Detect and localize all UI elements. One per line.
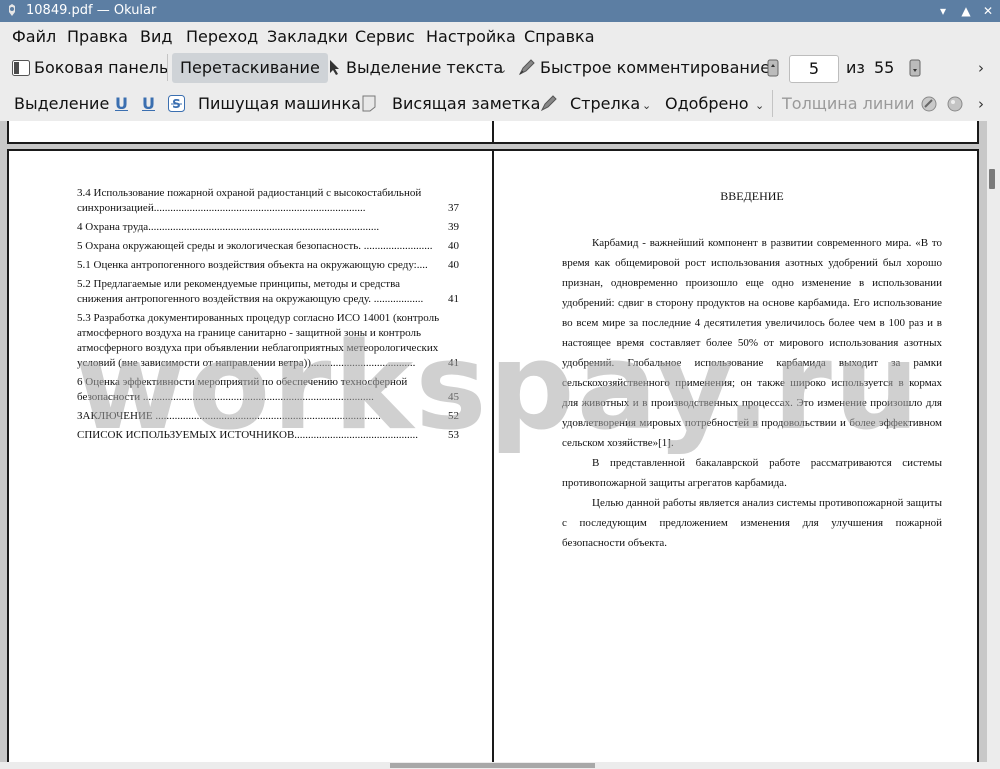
page-of-label: из [846, 58, 865, 77]
section-heading: ВВЕДЕНИЕ [720, 189, 784, 203]
toolbar-overflow-icon[interactable]: › [978, 95, 984, 113]
toolbar-separator [772, 90, 773, 117]
maximize-icon[interactable]: ▲ [958, 3, 974, 19]
toc-entry-title: 5.2 Предлагаемые или рекомендуемые принц… [77, 278, 424, 305]
arrow-pen-icon [540, 95, 557, 112]
toc-entry[interactable]: 4 Охрана труда..........................… [77, 220, 459, 235]
color-icon[interactable] [946, 95, 964, 113]
quick-annotations-button[interactable]: Быстрое комментирование [540, 53, 770, 83]
menu-go[interactable]: Переход [186, 27, 258, 46]
annotation-toolbar: Выделение U U S Пишущая машинка Висящая … [0, 86, 1000, 121]
scrollbar-thumb[interactable] [390, 763, 595, 768]
toc-entry-page: 53 [448, 429, 459, 441]
scrollbar-thumb[interactable] [989, 169, 995, 189]
previous-page-right [492, 121, 979, 144]
menu-edit[interactable]: Правка [67, 27, 128, 46]
toc-entry-title: 6 Оценка эффективности мероприятий по об… [77, 376, 408, 403]
menu-file[interactable]: Файл [12, 27, 56, 46]
paragraph: Целью данной работы является анализ сист… [562, 497, 942, 549]
annotation-pen-icon [518, 59, 535, 76]
toc-entry-title: ЗАКЛЮЧЕНИЕ .............................… [77, 410, 381, 422]
minimize-icon[interactable]: ▾ [935, 3, 951, 19]
toc-entry-page: 39 [448, 221, 459, 233]
strikeout-icon[interactable]: S [168, 95, 185, 112]
underline-icon[interactable]: U [115, 94, 128, 113]
toc-entry-page: 37 [448, 202, 459, 214]
brush-icon[interactable] [920, 95, 938, 113]
toc-entry-title: 4 Охрана труда..........................… [77, 221, 380, 233]
selection-label[interactable]: Выделение [14, 89, 109, 119]
toc-entry-page: 45 [448, 391, 459, 403]
toc-entry-title: 3.4 Использование пожарной охраной радио… [77, 187, 422, 214]
toc-entry-page: 52 [448, 410, 459, 422]
menu-tools[interactable]: Сервис [355, 27, 415, 46]
toc-entry-page: 41 [448, 293, 459, 305]
page-left: 3.4 Использование пожарной охраной радио… [7, 149, 494, 762]
page-right: ВВЕДЕНИЕ Карбамид - важнейший компонент … [492, 149, 979, 762]
vertical-scrollbar[interactable] [987, 121, 1000, 762]
text-selection-button[interactable]: Выделение текста [346, 53, 503, 83]
squiggly-underline-icon[interactable]: U [142, 94, 155, 113]
introduction-text: ВВЕДЕНИЕ Карбамид - важнейший компонент … [562, 186, 942, 553]
menu-view[interactable]: Вид [140, 27, 172, 46]
page-total-label: 55 [874, 58, 895, 77]
stamp-button[interactable]: Одобрено [665, 89, 749, 119]
toc-entry-title: 5.1 Оценка антропогенного воздействия об… [77, 259, 428, 271]
toc-entry[interactable]: 5.1 Оценка антропогенного воздействия об… [77, 258, 459, 273]
previous-page-icon[interactable] [767, 59, 779, 77]
typewriter-button[interactable]: Пишущая машинка [198, 89, 361, 119]
toc-entry[interactable]: 6 Оценка эффективности мероприятий по об… [77, 375, 459, 405]
menu-bookmarks[interactable]: Закладки [267, 27, 348, 46]
menu-help[interactable]: Справка [524, 27, 595, 46]
horizontal-scrollbar[interactable] [0, 762, 1000, 769]
window-title: 10849.pdf — Okular [26, 3, 157, 18]
toc-entry-page: 41 [448, 357, 459, 369]
line-width-button[interactable]: Толщина линии [782, 89, 915, 119]
title-bar: 10849.pdf — Okular ▾ ▲ ✕ [0, 0, 1000, 22]
paragraph: В представленной бакалаврской работе рас… [562, 457, 942, 489]
paragraph: Карбамид - важнейший компонент в развити… [562, 237, 942, 449]
toc-entry[interactable]: 5.2 Предлагаемые или рекомендуемые принц… [77, 277, 459, 307]
document-view[interactable]: 3.4 Использование пожарной охраной радио… [0, 121, 987, 762]
arrow-button[interactable]: Стрелка [570, 89, 640, 119]
toc-entry-title: 5 Охрана окружающей среды и экологическа… [77, 240, 433, 252]
next-page-icon[interactable] [909, 59, 921, 77]
okular-window: 10849.pdf — Okular ▾ ▲ ✕ Файл Правка Вид… [0, 0, 1000, 769]
toolbar-overflow-icon[interactable]: › [978, 59, 984, 77]
browse-tool-button[interactable]: Перетаскивание [172, 53, 328, 83]
previous-page-left [7, 121, 494, 144]
sidebar-button[interactable]: Боковая панель [34, 53, 168, 83]
toc-entry-page: 40 [448, 240, 459, 252]
sidebar-icon [12, 60, 30, 76]
menu-settings[interactable]: Настройка [426, 27, 516, 46]
toc-entry[interactable]: СПИСОК ИСПОЛЬЗУЕМЫХ ИСТОЧНИКОВ..........… [77, 428, 459, 443]
page-number-input[interactable]: 5 [789, 55, 839, 83]
toolbar-separator [167, 54, 168, 81]
toc-entry[interactable]: 5.3 Разработка документированных процеду… [77, 311, 459, 371]
note-icon [362, 95, 376, 112]
toc-entry[interactable]: ЗАКЛЮЧЕНИЕ .............................… [77, 409, 459, 424]
pop-up-note-button[interactable]: Висящая заметка [392, 89, 540, 119]
chevron-down-icon[interactable]: ⌄ [498, 63, 507, 76]
chevron-down-icon[interactable]: ⌄ [755, 99, 764, 112]
chevron-down-icon[interactable]: ⌄ [642, 99, 651, 112]
toc-entry-title: СПИСОК ИСПОЛЬЗУЕМЫХ ИСТОЧНИКОВ..........… [77, 429, 419, 441]
menu-bar: Файл Правка Вид Переход Закладки Сервис … [0, 22, 1000, 50]
okular-app-icon [9, 4, 15, 16]
toc-entry[interactable]: 3.4 Использование пожарной охраной радио… [77, 186, 459, 216]
toc-entry-page: 40 [448, 259, 459, 271]
toc-entry-title: 5.3 Разработка документированных процеду… [77, 312, 440, 369]
table-of-contents: 3.4 Использование пожарной охраной радио… [77, 186, 459, 447]
main-toolbar: Боковая панель Перетаскивание Выделение … [0, 50, 1000, 85]
toc-entry[interactable]: 5 Охрана окружающей среды и экологическа… [77, 239, 459, 254]
close-icon[interactable]: ✕ [980, 3, 996, 19]
cursor-icon [330, 60, 339, 75]
